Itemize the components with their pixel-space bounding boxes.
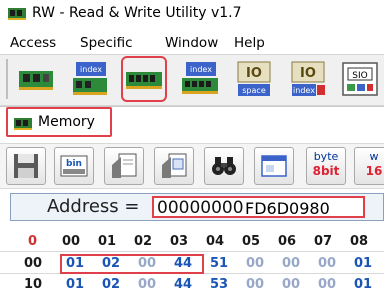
edit-file-icon (162, 153, 187, 178)
pci-index-button[interactable]: index (70, 59, 110, 99)
open-file-button[interactable] (104, 147, 144, 185)
pci-index-badge: index (80, 65, 102, 74)
memory-window: Memory bin byte 8bit w 16 Address = 0000… (0, 106, 384, 292)
column-header: 03 (170, 234, 189, 249)
memory-toolbar: bin byte 8bit w 16 (0, 143, 384, 189)
address-extra-value: FD6D0980 (245, 199, 330, 218)
app-icon (8, 6, 26, 20)
column-header: 00 (62, 234, 81, 249)
title-bar: RW - Read & Write Utility v1.7 (0, 0, 384, 28)
pci-button[interactable] (16, 59, 56, 99)
memory-icon (126, 72, 162, 89)
save-icon (14, 154, 38, 178)
window-title: RW - Read & Write Utility v1.7 (32, 5, 242, 21)
column-header: 02 (134, 234, 153, 249)
open-file-icon (112, 153, 137, 178)
menu-window[interactable]: Window (165, 35, 218, 51)
memory-index-button[interactable]: index (180, 59, 220, 99)
column-header: 01 (98, 234, 117, 249)
address-input[interactable]: 00000000 FD6D0980 (152, 196, 365, 218)
menu-access[interactable]: Access (10, 35, 56, 51)
grid-divider (0, 251, 384, 252)
memory-cell[interactable]: 00 (282, 256, 300, 271)
memory-window-title[interactable]: Memory (6, 107, 112, 137)
memory-cell[interactable]: 02 (102, 256, 120, 271)
column-header: 06 (278, 234, 297, 249)
memory-cell[interactable]: 00 (318, 256, 336, 271)
word-16bit-button[interactable]: w 16 (354, 147, 384, 185)
word-button-line1: w (369, 150, 379, 163)
io-index-icon: IO index (291, 61, 325, 96)
byte-button-line2: 8bit (312, 164, 340, 178)
io-space-button[interactable]: IO space (234, 59, 274, 99)
main-toolbar: index index IO space IO index SIO (0, 54, 384, 106)
memory-cell[interactable]: 01 (354, 256, 372, 271)
memory-button[interactable] (121, 56, 167, 102)
memory-grid: 0 00 01 02 03 04 05 06 07 08 00 01 02 00… (0, 231, 384, 292)
menu-help[interactable]: Help (234, 35, 265, 51)
address-row: Address = 00000000 FD6D0980 (10, 193, 384, 221)
sio-icon: SIO (342, 62, 378, 96)
io-index-button[interactable]: IO index (288, 59, 328, 99)
svg-text:IO: IO (246, 66, 262, 81)
memory-cell[interactable]: 01 (66, 256, 84, 271)
bin-icon: bin (60, 155, 88, 177)
pci-card-icon (19, 71, 53, 90)
find-button[interactable] (204, 147, 244, 185)
byte-button-line1: byte (313, 150, 339, 163)
window-icon (261, 155, 287, 177)
io-space-icon: IO space (237, 61, 271, 96)
bin-button[interactable]: bin (54, 147, 94, 185)
column-header: 05 (242, 234, 261, 249)
bin-badge: bin (66, 159, 82, 169)
memory-window-icon (14, 116, 32, 130)
row-label: 00 (24, 256, 43, 271)
binoculars-icon (212, 157, 236, 175)
sio-button[interactable]: SIO (340, 59, 380, 99)
grid-corner-label: 0 (28, 234, 38, 249)
memory-index-badge: index (190, 65, 212, 74)
column-header: 08 (350, 234, 369, 249)
pci-index-icon: index (73, 62, 107, 95)
menu-specific[interactable]: Specific (80, 35, 133, 51)
save-button[interactable] (6, 147, 46, 185)
address-value: 00000000 (157, 198, 244, 218)
toolbar-separator (6, 59, 8, 99)
memory-cell[interactable]: 44 (174, 256, 192, 271)
memory-cell[interactable]: 00 (138, 256, 156, 271)
menu-bar: Access Specific Window Help (0, 30, 384, 54)
memory-cell[interactable]: 51 (210, 256, 228, 271)
window-button[interactable] (254, 147, 294, 185)
io-index-badge: index (293, 86, 315, 95)
edit-file-button[interactable] (154, 147, 194, 185)
address-label: Address = (47, 196, 140, 217)
memory-cell[interactable]: 00 (246, 256, 264, 271)
byte-8bit-button[interactable]: byte 8bit (306, 147, 346, 185)
column-header: 07 (314, 234, 333, 249)
sio-badge: SIO (352, 71, 367, 81)
memory-index-icon: index (182, 62, 218, 94)
svg-text:IO: IO (300, 66, 316, 81)
memory-window-label: Memory (38, 114, 95, 130)
io-space-badge: space (242, 86, 266, 95)
column-header: 04 (206, 234, 225, 249)
word-button-line2: 16 (365, 164, 383, 178)
